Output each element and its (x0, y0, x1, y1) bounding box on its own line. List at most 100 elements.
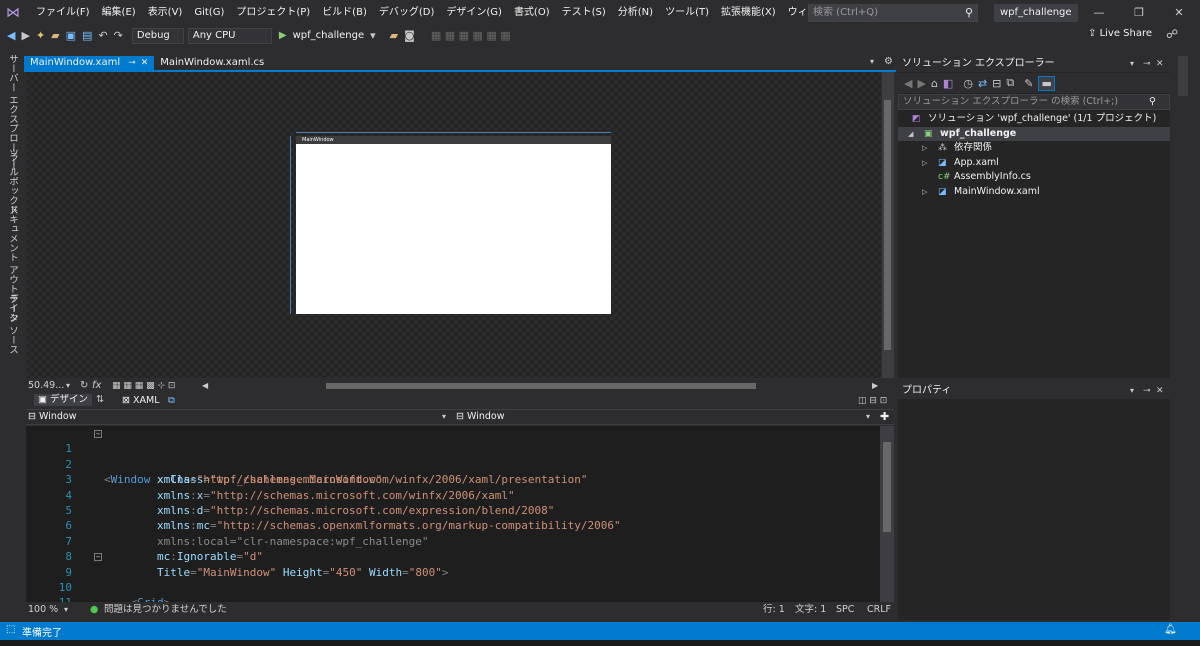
menu-view[interactable]: 表示(V) (142, 0, 189, 26)
output-icon[interactable]: ⬚ (6, 624, 15, 635)
tree-item-mainwindow-xaml[interactable]: ▷ ◪ MainWindow.xaml (898, 185, 1170, 200)
feedback-icon[interactable]: ☍ (1166, 27, 1178, 41)
show-all-files-icon[interactable]: ⧉ (1006, 76, 1014, 90)
designer-horizontal-scroll-thumb[interactable] (326, 383, 756, 389)
menu-project[interactable]: プロジェクト(P) (230, 0, 316, 26)
menu-build[interactable]: ビルド(B) (316, 0, 373, 26)
nav-member-dropdown-icon[interactable]: ▾ (866, 410, 870, 424)
menu-tools[interactable]: ツール(T) (659, 0, 715, 26)
close-icon[interactable]: ✕ (1162, 0, 1196, 26)
collapse-icon[interactable]: − (94, 430, 102, 438)
editor-zoom-dropdown-icon[interactable]: ▾ (64, 603, 68, 617)
zoom-dropdown-icon[interactable]: ▾ (66, 379, 70, 393)
nav-scope-select[interactable]: ⊟ Window (28, 410, 76, 424)
minimize-icon[interactable]: — (1082, 0, 1116, 26)
issues-status[interactable]: 問題は見つかりませんでした (104, 603, 227, 617)
panel-menu-icon[interactable]: ▾ (1130, 56, 1134, 72)
line-indicator[interactable]: 行: 1 (763, 603, 785, 617)
design-tab[interactable]: ▣ デザイン (34, 394, 93, 406)
redo-icon[interactable]: ↷ (111, 27, 126, 45)
forward-icon[interactable]: ▶ (917, 77, 925, 90)
live-share-button[interactable]: ⇪ Live Share (1088, 28, 1152, 39)
collapsed-icon[interactable]: ▷ (922, 185, 927, 200)
menu-edit[interactable]: 編集(E) (96, 0, 142, 26)
tab-data-sources[interactable]: データ ソース (5, 294, 19, 354)
menu-debug[interactable]: デバッグ(D) (373, 0, 441, 26)
tree-item-project[interactable]: ◢ ▣ wpf_challenge (898, 126, 1170, 142)
designer-vertical-scrollbar[interactable] (882, 72, 894, 378)
tree-item-solution[interactable]: ◩ ソリューション 'wpf_challenge' (1/1 プロジェクト) (898, 112, 1170, 127)
editor-zoom-select[interactable]: 100 % (28, 603, 58, 617)
collapsed-icon[interactable]: ▷ (922, 141, 927, 156)
align-icon[interactable]: ▦ ▦ ▦ ▦ ▦ ▦ (428, 27, 514, 45)
menu-test[interactable]: テスト(S) (556, 0, 612, 26)
popout-xaml-icon[interactable]: ⧉ (168, 394, 175, 408)
back-icon[interactable]: ◀ (904, 77, 912, 90)
scroll-right-icon[interactable]: ▶ (872, 379, 878, 393)
sync-icon[interactable]: ⇄ (978, 77, 987, 90)
xaml-code-editor[interactable]: 1 − <Window x:Class="wpf_challenge.MainW… (26, 426, 880, 602)
save-icon[interactable]: ▣ (63, 27, 79, 45)
refresh-icon[interactable]: ↻ (80, 379, 88, 393)
designer-zoom-select[interactable]: 50.49... (28, 379, 64, 393)
collapsed-icon[interactable]: ▷ (922, 156, 927, 171)
nav-scope-dropdown-icon[interactable]: ▾ (442, 410, 446, 424)
start-button[interactable]: wpf_challenge (290, 27, 368, 45)
search-input[interactable]: 検索 (Ctrl+Q) ⚲ (808, 4, 978, 22)
collapse-all-icon[interactable]: ⊟ (992, 77, 1001, 90)
history-icon[interactable]: ◷ (963, 77, 973, 90)
xaml-designer-surface[interactable]: MainWindow (26, 72, 881, 378)
switch-views-icon[interactable]: ◧ (943, 77, 953, 90)
tree-item-dependencies[interactable]: ▷ ⁂ 依存関係 (898, 141, 1170, 156)
panel-close-icon[interactable]: ✕ (1156, 56, 1164, 72)
swap-panes-icon[interactable]: ⇅ (96, 394, 104, 406)
editor-vertical-scrollbar[interactable] (880, 426, 894, 602)
panel-pin-icon[interactable]: ⊸ (1143, 383, 1151, 399)
dropdown-icon[interactable]: ▾ (367, 27, 379, 45)
xaml-tab[interactable]: ⊠ XAML (122, 394, 160, 408)
preview-icon[interactable]: ▬ (1038, 75, 1055, 91)
panel-pin-icon[interactable]: ⊸ (1143, 56, 1151, 72)
new-project-icon[interactable]: ✦ (33, 27, 48, 45)
properties-wrench-icon[interactable]: ✎ (1024, 77, 1033, 90)
menu-analyze[interactable]: 分析(N) (612, 0, 659, 26)
scroll-left-icon[interactable]: ◀ (202, 379, 208, 393)
nav-member-select[interactable]: ⊟ Window (456, 410, 504, 424)
open-folder-icon[interactable]: ▰ (48, 27, 62, 45)
start-icon[interactable]: ▶ (276, 27, 290, 45)
solution-explorer-search-input[interactable]: ソリューション エクスプローラー の検索 (Ctrl+;) ⚲ (898, 94, 1170, 110)
settings-gear-icon[interactable]: ⚙ (884, 56, 893, 67)
right-edge-scrollbar[interactable] (1178, 56, 1188, 96)
menu-file[interactable]: ファイル(F) (30, 0, 96, 26)
undo-icon[interactable]: ↶ (95, 27, 110, 45)
folder-icon[interactable]: ▰ (387, 27, 401, 45)
window-preview[interactable]: MainWindow (296, 136, 611, 314)
notifications-icon[interactable]: 🔔︎ (1164, 624, 1177, 635)
editor-vertical-scroll-thumb[interactable] (883, 442, 891, 532)
tab-close-icon[interactable]: ✕ (141, 56, 149, 70)
screenshot-icon[interactable]: ◙ (401, 27, 418, 45)
column-indicator[interactable]: 文字: 1 (795, 603, 826, 617)
platform-select[interactable]: Any CPU (187, 28, 272, 44)
tree-item-assemblyinfo[interactable]: c# AssemblyInfo.cs (898, 170, 1170, 185)
maximize-icon[interactable]: ❐ (1122, 0, 1156, 26)
grid-icon[interactable]: ▦ ▦ ▦ ▩ ⊹ ⊡ (112, 379, 175, 393)
forward-icon[interactable]: ▶ (18, 27, 32, 45)
save-all-icon[interactable]: ▤ (79, 27, 95, 45)
pin-icon[interactable]: ⊸ (128, 56, 136, 70)
whitespace-indicator[interactable]: SPC (836, 603, 854, 617)
back-icon[interactable]: ◀ (4, 27, 18, 45)
tab-mainwindow-xaml-cs[interactable]: MainWindow.xaml.cs (154, 56, 270, 70)
split-editor-icon[interactable]: ✚ (880, 410, 889, 424)
collapse-icon[interactable]: − (94, 553, 102, 562)
menu-extensions[interactable]: 拡張機能(X) (715, 0, 782, 26)
configuration-select[interactable]: Debug (131, 28, 184, 44)
tab-mainwindow-xaml[interactable]: MainWindow.xaml ⊸ ✕ (24, 56, 155, 70)
panel-close-icon[interactable]: ✕ (1156, 383, 1164, 399)
visual-studio-logo-icon[interactable]: ⋈ (6, 5, 22, 21)
menu-design[interactable]: デザイン(G) (440, 0, 508, 26)
home-icon[interactable]: ⌂ (931, 77, 938, 90)
tree-item-app-xaml[interactable]: ▷ ◪ App.xaml (898, 156, 1170, 171)
tab-list-dropdown-icon[interactable]: ▾ (870, 57, 874, 66)
expanded-icon[interactable]: ◢ (908, 127, 913, 142)
